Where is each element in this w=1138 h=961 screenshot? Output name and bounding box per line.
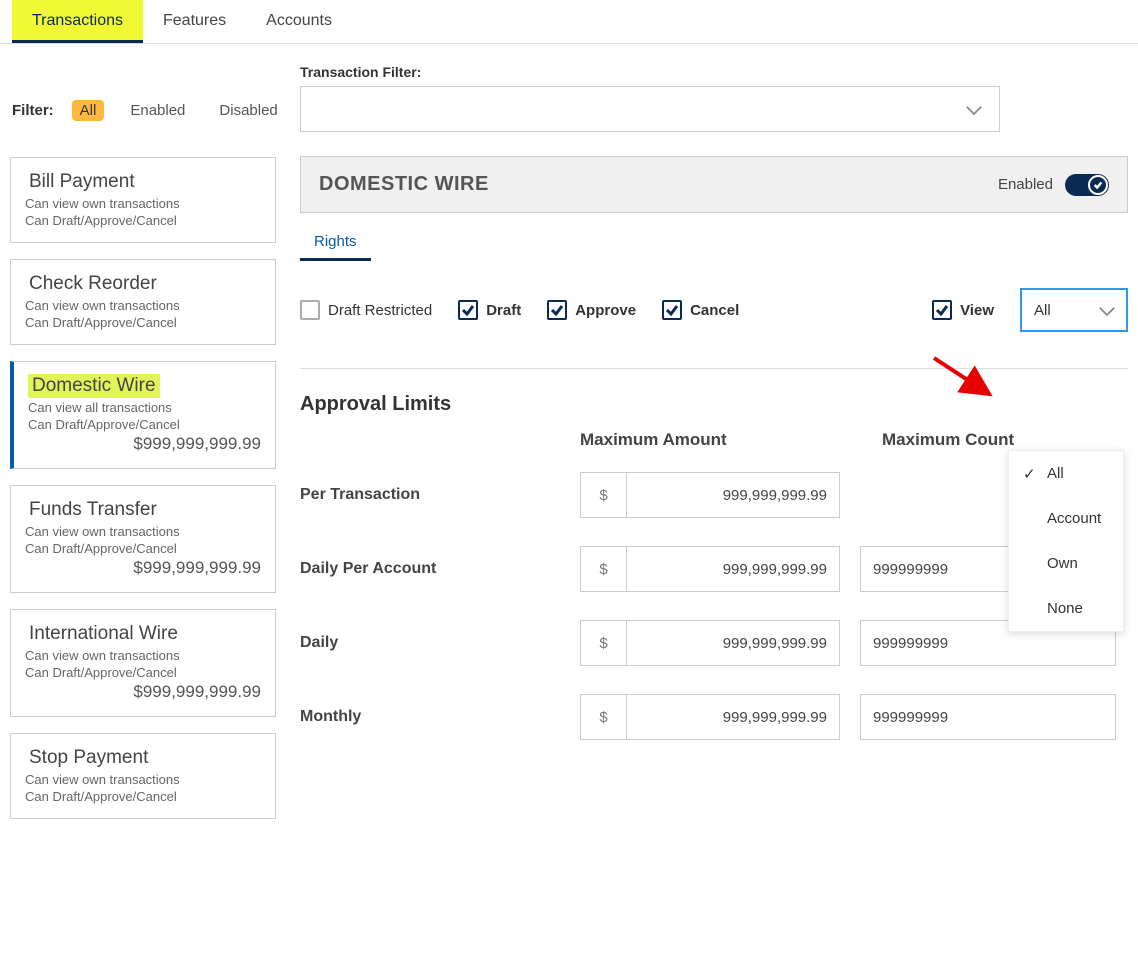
limits-table: Maximum Amount Maximum Count Per Transac… bbox=[300, 430, 1128, 740]
filter-row: Filter: All Enabled Disabled bbox=[10, 54, 276, 157]
monthly-count-input[interactable]: 999999999 bbox=[860, 694, 1116, 740]
card-title: Stop Payment bbox=[25, 746, 152, 770]
limit-label: Daily bbox=[300, 634, 580, 652]
panel-title: DOMESTIC WIRE bbox=[319, 173, 489, 196]
draft-restricted-label: Draft Restricted bbox=[328, 302, 432, 319]
draft-label: Draft bbox=[486, 302, 521, 319]
filter-disabled[interactable]: Disabled bbox=[211, 100, 285, 121]
cancel-label: Cancel bbox=[690, 302, 739, 319]
dropdown-option-none[interactable]: None bbox=[1009, 586, 1123, 631]
view-select-value: All bbox=[1034, 302, 1051, 319]
currency-symbol: $ bbox=[581, 547, 627, 591]
monthly-amount-input[interactable]: $ 999,999,999.99 bbox=[580, 694, 840, 740]
view-dropdown: All Account Own None bbox=[1008, 450, 1124, 632]
amount-value: 999,999,999.99 bbox=[627, 621, 839, 665]
dropdown-option-all[interactable]: All bbox=[1009, 451, 1123, 496]
enabled-toggle[interactable] bbox=[1065, 174, 1109, 196]
cancel-checkbox[interactable] bbox=[662, 300, 682, 320]
limit-row-per-transaction: Per Transaction $ 999,999,999.99 bbox=[300, 472, 1128, 518]
card-stop-payment[interactable]: Stop Payment Can view own transactions C… bbox=[10, 733, 276, 819]
card-international-wire[interactable]: International Wire Can view own transact… bbox=[10, 609, 276, 717]
dropdown-option-account[interactable]: Account bbox=[1009, 496, 1123, 541]
top-tabs: Transactions Features Accounts bbox=[0, 0, 1138, 44]
tab-features[interactable]: Features bbox=[143, 0, 246, 43]
tab-accounts[interactable]: Accounts bbox=[246, 0, 352, 43]
card-line: Can Draft/Approve/Cancel bbox=[25, 665, 261, 680]
filter-enabled[interactable]: Enabled bbox=[122, 100, 193, 121]
draft-checkbox[interactable] bbox=[458, 300, 478, 320]
card-line: Can view all transactions bbox=[28, 400, 261, 415]
card-line: Can view own transactions bbox=[25, 772, 261, 787]
view-label: View bbox=[960, 302, 994, 319]
enabled-label: Enabled bbox=[998, 176, 1053, 193]
amount-value: 999,999,999.99 bbox=[627, 695, 839, 739]
panel-header: DOMESTIC WIRE Enabled bbox=[300, 156, 1128, 213]
currency-symbol: $ bbox=[581, 473, 627, 517]
draft-restricted-checkbox[interactable] bbox=[300, 300, 320, 320]
chevron-down-icon bbox=[965, 103, 983, 115]
limit-label: Daily Per Account bbox=[300, 560, 580, 578]
approve-checkbox[interactable] bbox=[547, 300, 567, 320]
sub-tabs: Rights bbox=[300, 213, 1128, 262]
per-transaction-amount-input[interactable]: $ 999,999,999.99 bbox=[580, 472, 840, 518]
card-line: Can view own transactions bbox=[25, 524, 261, 539]
card-title: Domestic Wire bbox=[28, 374, 160, 398]
daily-per-account-amount-input[interactable]: $ 999,999,999.99 bbox=[580, 546, 840, 592]
filter-label: Filter: bbox=[12, 102, 54, 119]
card-title: Bill Payment bbox=[25, 170, 139, 194]
tab-rights[interactable]: Rights bbox=[300, 223, 371, 261]
daily-amount-input[interactable]: $ 999,999,999.99 bbox=[580, 620, 840, 666]
card-check-reorder[interactable]: Check Reorder Can view own transactions … bbox=[10, 259, 276, 345]
check-icon bbox=[1088, 175, 1108, 195]
card-line: Can Draft/Approve/Cancel bbox=[25, 315, 261, 330]
annotation-arrow-icon bbox=[928, 352, 998, 405]
limit-row-daily-per-account: Daily Per Account $ 999,999,999.99 99999… bbox=[300, 546, 1128, 592]
tab-transactions[interactable]: Transactions bbox=[12, 0, 143, 43]
max-amount-header: Maximum Amount bbox=[580, 430, 862, 472]
card-amount: $999,999,999.99 bbox=[28, 434, 261, 454]
card-line: Can view own transactions bbox=[25, 648, 261, 663]
card-title: International Wire bbox=[25, 622, 182, 646]
dropdown-option-own[interactable]: Own bbox=[1009, 541, 1123, 586]
rights-row: Draft Restricted Draft Approve Cancel Vi… bbox=[300, 262, 1128, 369]
currency-symbol: $ bbox=[581, 695, 627, 739]
filter-all[interactable]: All bbox=[72, 100, 105, 121]
card-funds-transfer[interactable]: Funds Transfer Can view own transactions… bbox=[10, 485, 276, 593]
transaction-filter-select[interactable] bbox=[300, 86, 1000, 132]
card-title: Funds Transfer bbox=[25, 498, 161, 522]
card-line: Can Draft/Approve/Cancel bbox=[25, 541, 261, 556]
card-domestic-wire[interactable]: Domestic Wire Can view all transactions … bbox=[10, 361, 276, 469]
card-amount: $999,999,999.99 bbox=[25, 558, 261, 578]
card-line: Can Draft/Approve/Cancel bbox=[25, 213, 261, 228]
card-line: Can Draft/Approve/Cancel bbox=[25, 789, 261, 804]
currency-symbol: $ bbox=[581, 621, 627, 665]
view-select[interactable]: All bbox=[1020, 288, 1128, 332]
card-bill-payment[interactable]: Bill Payment Can view own transactions C… bbox=[10, 157, 276, 243]
card-amount: $999,999,999.99 bbox=[25, 682, 261, 702]
card-line: Can view own transactions bbox=[25, 298, 261, 313]
card-line: Can view own transactions bbox=[25, 196, 261, 211]
card-line: Can Draft/Approve/Cancel bbox=[28, 417, 261, 432]
amount-value: 999,999,999.99 bbox=[627, 547, 839, 591]
approve-label: Approve bbox=[575, 302, 636, 319]
amount-value: 999,999,999.99 bbox=[627, 473, 839, 517]
limit-row-monthly: Monthly $ 999,999,999.99 999999999 bbox=[300, 694, 1128, 740]
chevron-down-icon bbox=[1098, 304, 1116, 316]
limit-row-daily: Daily $ 999,999,999.99 999999999 bbox=[300, 620, 1128, 666]
card-title: Check Reorder bbox=[25, 272, 161, 296]
limit-label: Per Transaction bbox=[300, 486, 580, 504]
transaction-filter-label: Transaction Filter: bbox=[300, 64, 1128, 80]
approval-limits-title: Approval Limits bbox=[300, 369, 1128, 430]
limit-label: Monthly bbox=[300, 708, 580, 726]
view-checkbox[interactable] bbox=[932, 300, 952, 320]
